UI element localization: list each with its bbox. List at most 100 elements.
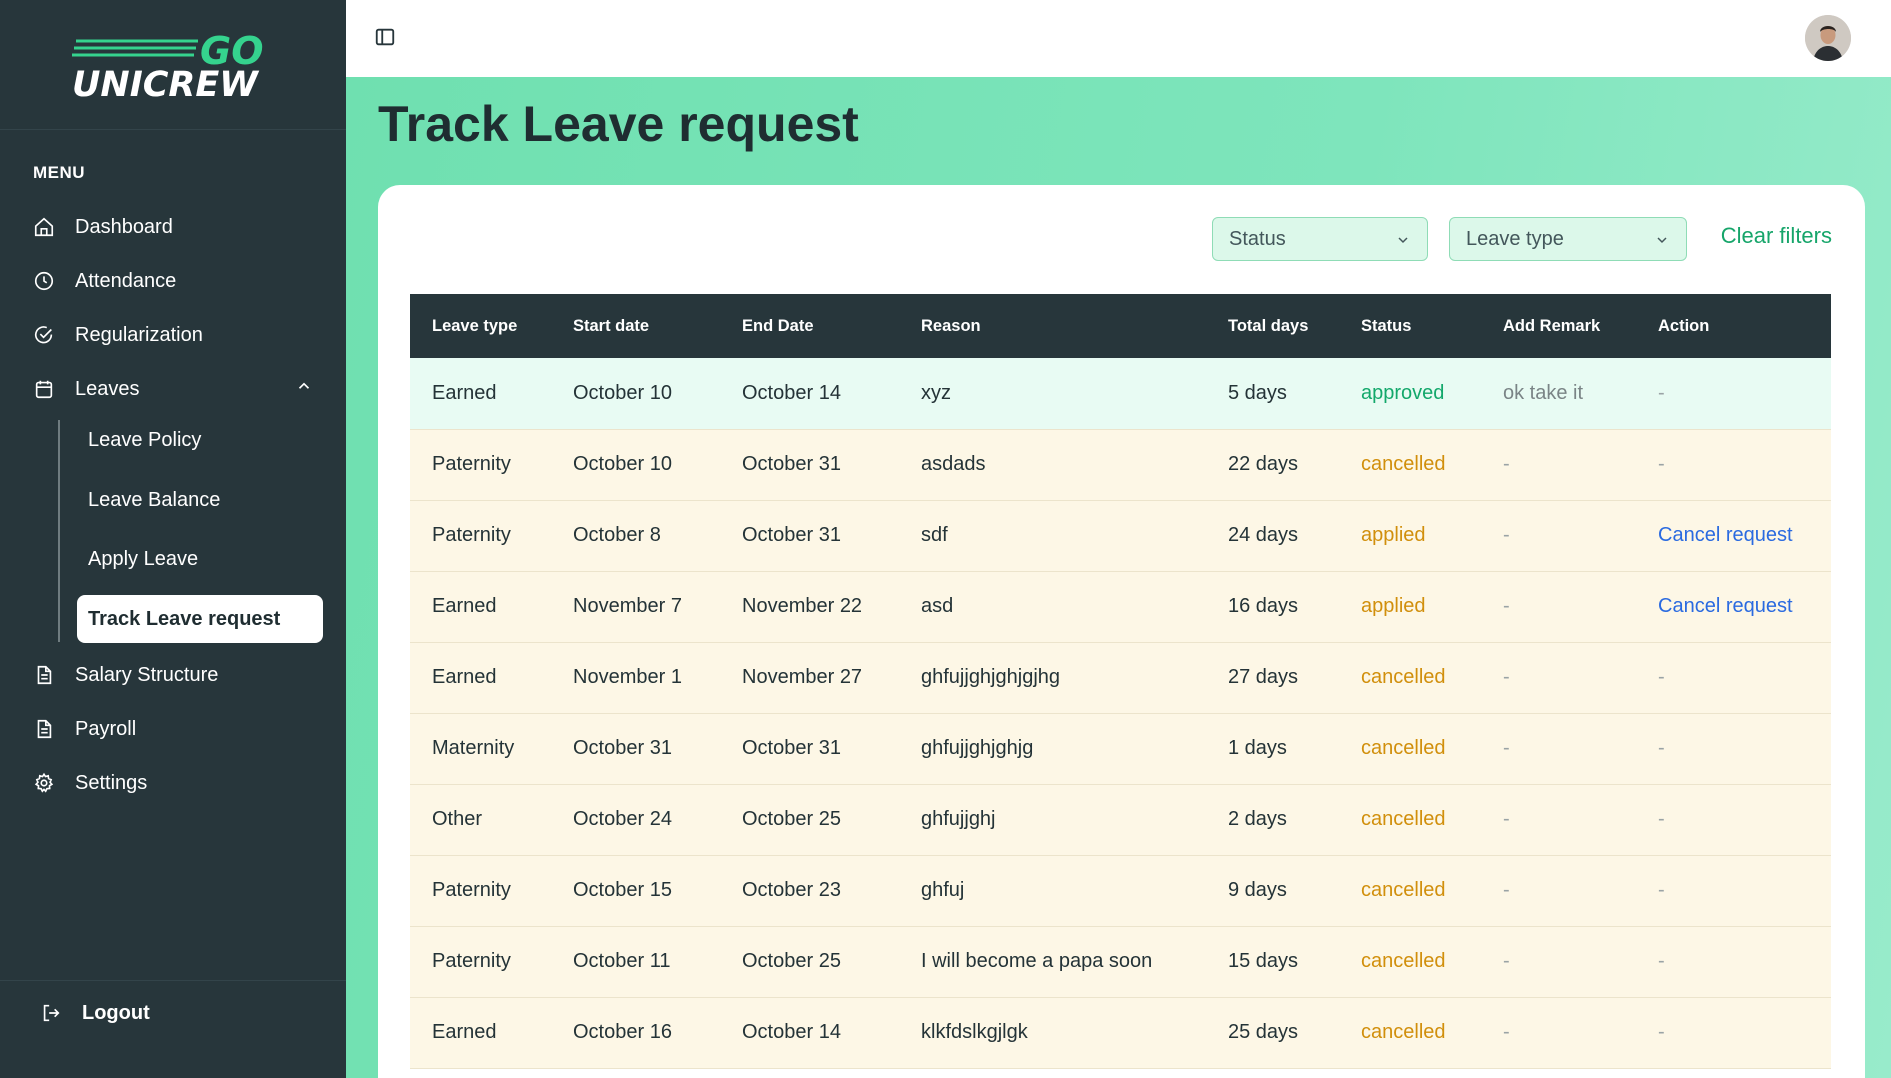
logout-button[interactable]: Logout (40, 993, 320, 1033)
cell-reason: xyz (899, 358, 1206, 430)
sidebar-item-payroll[interactable]: Payroll (33, 709, 313, 749)
leave-type-filter-select[interactable]: Leave type (1449, 217, 1687, 261)
cell-remark: - (1481, 571, 1636, 643)
cell-reason: ghfujjghjghjgjhg (899, 642, 1206, 714)
cell-remark: - (1481, 997, 1636, 1069)
cell-remark: - (1481, 500, 1636, 572)
cell-total-days: 22 days (1206, 429, 1339, 501)
cell-reason: asd (899, 571, 1206, 643)
column-header: End Date (742, 316, 814, 335)
cell-total-days: 15 days (1206, 926, 1339, 998)
cell-action: - (1636, 429, 1831, 501)
svg-text:UNICREW: UNICREW (72, 65, 259, 98)
cell-leave-type: Earned (410, 358, 551, 430)
page-title: Track Leave request (378, 96, 859, 152)
status-badge: applied (1339, 500, 1481, 572)
cell-end-date: October 14 (720, 358, 899, 430)
clear-filters-button[interactable]: Clear filters (1721, 223, 1832, 249)
gounicrew-logo: GO UNICREW (72, 29, 264, 98)
table-row: Earned November 1 November 27 ghfujjghjghjg… (410, 642, 1831, 714)
status-badge: cancelled (1339, 926, 1481, 998)
submenu-divider (58, 420, 60, 642)
sidebar-item-regularization[interactable]: Regularization (33, 315, 313, 355)
cell-start-date: October 24 (551, 784, 720, 856)
cell-leave-type: Paternity (410, 500, 551, 572)
sidebar-item-label: Regularization (75, 323, 203, 346)
cell-end-date: October 23 (720, 855, 899, 927)
menu-heading: MENU (33, 163, 86, 182)
check-circle-icon (33, 323, 63, 347)
main-content: Track Leave request Status Leave type Cl… (346, 77, 1891, 1078)
table-row: Maternity October 31 October 31 ghfujjghjgh… (410, 713, 1831, 785)
cell-remark: - (1481, 642, 1636, 714)
cell-total-days: 5 days (1206, 358, 1339, 430)
cell-end-date: November 27 (720, 642, 899, 714)
cell-end-date: October 25 (720, 926, 899, 998)
table-row: Paternity October 11 October 25 I will beco… (410, 926, 1831, 998)
cell-total-days: 9 days (1206, 855, 1339, 927)
status-filter-label: Status (1229, 227, 1286, 250)
cell-remark: - (1481, 926, 1636, 998)
cell-start-date: October 31 (551, 713, 720, 785)
cell-start-date: October 16 (551, 997, 720, 1069)
sidebar-item-leaves[interactable]: Leaves (33, 369, 313, 409)
cell-end-date: October 31 (720, 500, 899, 572)
cell-total-days: 27 days (1206, 642, 1339, 714)
brand-logo[interactable]: GO UNICREW (0, 0, 346, 130)
cell-leave-type: Earned (410, 642, 551, 714)
column-header: Total days (1228, 316, 1309, 335)
cell-total-days: 2 days (1206, 784, 1339, 856)
chevron-down-icon (1654, 231, 1670, 254)
chevron-up-icon[interactable] (295, 377, 313, 400)
cell-leave-type: Earned (410, 997, 551, 1069)
status-badge: cancelled (1339, 997, 1481, 1069)
sidebar-item-label: Payroll (75, 717, 137, 740)
sidebar-item-settings[interactable]: Settings (33, 763, 313, 803)
sidebar-item-salary-structure[interactable]: Salary Structure (33, 655, 313, 695)
cancel-request-link[interactable]: Cancel request (1636, 500, 1831, 572)
sidebar-item-label: Salary Structure (75, 663, 219, 686)
cell-action: - (1636, 997, 1831, 1069)
cancel-request-link[interactable]: Cancel request (1636, 571, 1831, 643)
cell-total-days: 16 days (1206, 571, 1339, 643)
status-badge: cancelled (1339, 784, 1481, 856)
cell-action: - (1636, 784, 1831, 856)
cell-start-date: November 1 (551, 642, 720, 714)
logout-icon (40, 1001, 70, 1025)
sidebar-subitem-apply-leave[interactable]: Apply Leave (77, 535, 323, 583)
cell-action: - (1636, 926, 1831, 998)
cell-reason: sdf (899, 500, 1206, 572)
cell-leave-type: Paternity (410, 926, 551, 998)
home-icon (33, 215, 63, 239)
cell-action: - (1636, 642, 1831, 714)
cell-total-days: 25 days (1206, 997, 1339, 1069)
cell-reason: asdads (899, 429, 1206, 501)
sidebar: GO UNICREW MENU Dashboard Attendance Reg… (0, 0, 346, 1078)
cell-action: - (1636, 358, 1831, 430)
column-header: Leave type (432, 316, 518, 335)
cell-action: - (1636, 855, 1831, 927)
cell-end-date: October 31 (720, 713, 899, 785)
leave-requests-table: Leave type Start date End Date Reason To… (410, 294, 1831, 1069)
sidebar-item-dashboard[interactable]: Dashboard (33, 207, 313, 247)
column-header: Add Remark (1503, 316, 1601, 335)
sidebar-subitem-leave-balance[interactable]: Leave Balance (77, 476, 323, 524)
sidebar-subitem-leave-policy[interactable]: Leave Policy (77, 416, 323, 464)
cell-leave-type: Maternity (410, 713, 551, 785)
cell-end-date: October 31 (720, 429, 899, 501)
cell-start-date: October 8 (551, 500, 720, 572)
user-avatar[interactable] (1805, 15, 1851, 61)
column-header: Start date (573, 316, 650, 335)
cell-reason: ghfuj (899, 855, 1206, 927)
cell-reason: klkfdslkgjlgk (899, 997, 1206, 1069)
sidebar-toggle-icon[interactable] (374, 26, 396, 48)
sidebar-subitem-track-leave-request[interactable]: Track Leave request (77, 595, 323, 643)
column-header: Reason (921, 316, 981, 335)
status-filter-select[interactable]: Status (1212, 217, 1428, 261)
status-badge: applied (1339, 571, 1481, 643)
cell-start-date: October 10 (551, 429, 720, 501)
cell-leave-type: Paternity (410, 429, 551, 501)
sidebar-item-attendance[interactable]: Attendance (33, 261, 313, 301)
document-icon (33, 717, 63, 741)
cell-total-days: 1 days (1206, 713, 1339, 785)
